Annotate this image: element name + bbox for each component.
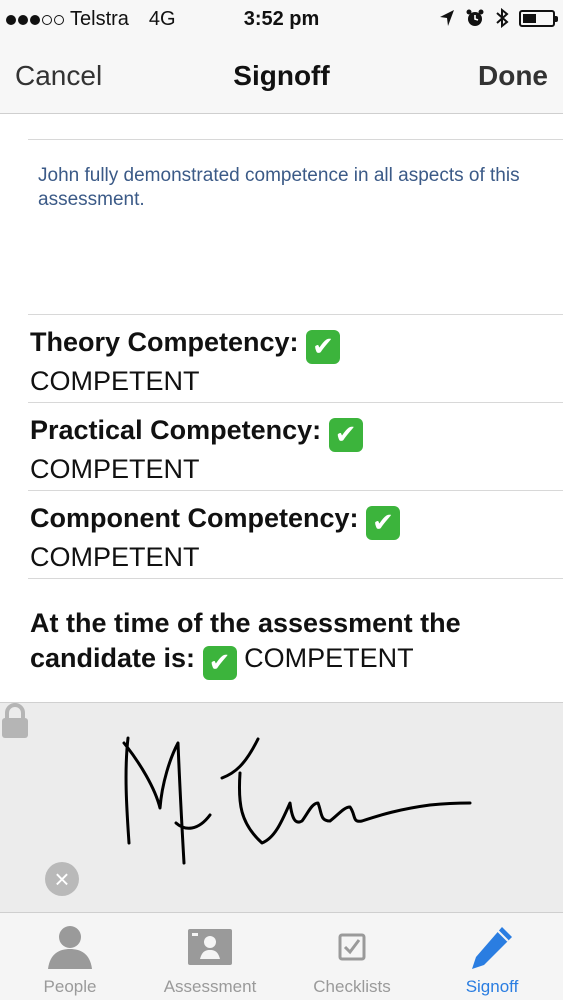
check-mark-icon: ✔ [202, 646, 237, 680]
navigation-bar: Cancel Signoff Done [0, 40, 563, 114]
pencil-icon [472, 927, 512, 969]
done-button[interactable]: Done [478, 60, 548, 92]
location-arrow-icon [440, 10, 454, 26]
screen: Telstra 4G 3:52 pm Cancel Signoff Done J… [0, 0, 563, 1000]
tab-bar: People Assessment Checklists Signoff [0, 912, 563, 1000]
competency-value: COMPETENT [30, 542, 200, 572]
battery-fill [523, 13, 536, 23]
overall-value: COMPETENT [244, 643, 414, 673]
tab-label: Assessment [163, 977, 257, 996]
tab-label: Checklists [313, 977, 391, 996]
tab-signoff[interactable]: Signoff [422, 913, 562, 1000]
tab-checklists[interactable]: Checklists [282, 913, 422, 1000]
divider [28, 402, 563, 403]
lock-icon[interactable] [0, 703, 30, 739]
assessment-icon [188, 929, 232, 965]
tab-assessment[interactable]: Assessment [140, 913, 280, 1000]
tab-label: Signoff [465, 977, 519, 996]
divider [28, 139, 563, 140]
person-icon [48, 926, 92, 969]
check-mark-icon: ✔ [328, 418, 363, 452]
battery-icon [519, 9, 558, 27]
check-mark-icon: ✔ [366, 506, 401, 540]
competency-value: COMPETENT [30, 366, 200, 396]
signature-pad[interactable]: × [0, 702, 563, 912]
divider [28, 578, 563, 579]
tab-people[interactable]: People [0, 913, 140, 1000]
component-competency-row: Component Competency: ✔ COMPETENT [30, 501, 550, 575]
competency-label: Practical Competency: [30, 415, 322, 445]
competency-label: Theory Competency: [30, 327, 299, 357]
tab-label: People [43, 977, 97, 996]
signoff-content: John fully demonstrated competence in al… [0, 114, 563, 702]
assessor-comment[interactable]: John fully demonstrated competence in al… [38, 164, 528, 212]
carrier-name: Telstra [70, 8, 129, 30]
practical-competency-row: Practical Competency: ✔ COMPETENT [30, 413, 550, 487]
network-type: 4G [148, 8, 176, 30]
competency-label: Component Competency: [30, 503, 359, 533]
competency-value: COMPETENT [30, 454, 200, 484]
divider [28, 314, 563, 315]
signal-strength-icon [6, 14, 64, 25]
clear-signature-button[interactable]: × [45, 862, 79, 896]
alarm-clock-icon [466, 9, 484, 26]
theory-competency-row: Theory Competency: ✔ COMPETENT [30, 325, 550, 399]
divider [28, 490, 563, 491]
check-mark-icon: ✔ [306, 330, 341, 364]
signature-drawing [122, 736, 472, 865]
status-bar: Telstra 4G 3:52 pm [0, 0, 563, 40]
bluetooth-icon [496, 8, 509, 28]
overall-result-row: At the time of the assessment the candid… [30, 606, 550, 680]
status-left: Telstra 4G [6, 8, 176, 31]
cancel-button[interactable]: Cancel [15, 60, 102, 92]
checklist-icon [338, 933, 366, 961]
status-right [439, 8, 558, 28]
